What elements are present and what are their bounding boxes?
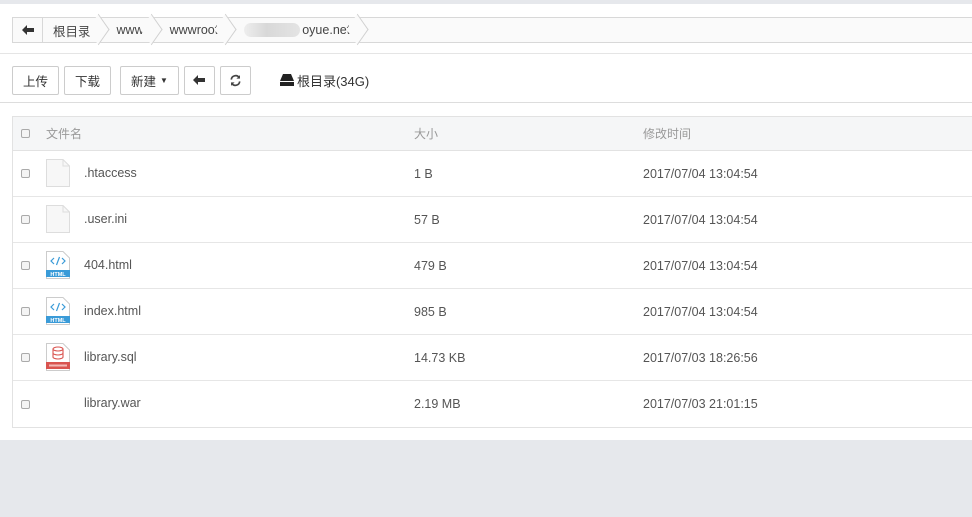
refresh-button[interactable] [219,65,251,95]
header-time: 修改时间 [643,127,692,141]
blank-file-icon [46,158,70,187]
breadcrumb: 根目录 www wwwroot oyue.net [12,17,972,43]
file-mtime: 2017/07/03 21:01:15 [643,397,758,411]
file-size: 479 B [414,258,447,273]
database-file-icon [46,342,70,371]
blank-file-icon [46,204,70,233]
breadcrumb-item-wwwroot[interactable]: wwwroot [153,18,229,42]
breadcrumb-item-root[interactable]: 根目录 [43,18,101,42]
header-size-col[interactable]: 大小 [414,125,643,142]
header-name: 文件名 [46,127,83,141]
empty-icon-slot [46,389,70,417]
breadcrumb-label: wwwroot [169,23,219,37]
file-name-cell: .htaccess [13,158,414,187]
upload-button[interactable]: 上传 [12,65,60,95]
breadcrumb-label: www [116,23,144,37]
file-size: 985 B [414,304,447,319]
svg-text:HTML: HTML [50,271,66,277]
refresh-icon [230,74,241,86]
header-size: 大小 [414,127,439,141]
row-checkbox[interactable] [21,399,30,409]
table-row[interactable]: HTML 404.html 479 B 2017/07/04 13:04:54 [13,243,972,289]
html-file-icon: HTML [46,296,70,325]
table-row[interactable]: .user.ini 57 B 2017/07/04 13:04:54 [13,197,972,243]
divider [0,53,972,54]
back-button[interactable] [183,65,215,95]
row-checkbox[interactable] [21,169,30,178]
file-manager-panel: 根目录 www wwwroot oyue.net 上传 下载 新建 ▼ 根目录(3… [0,4,972,440]
new-label: 新建 [131,74,157,89]
redacted-text [244,23,301,37]
breadcrumb-item-site[interactable]: oyue.net [228,18,361,42]
row-checkbox[interactable] [21,307,30,316]
row-checkbox[interactable] [21,215,30,224]
toolbar: 上传 下载 新建 ▼ 根目录(34G) [12,65,369,95]
breadcrumb-label: 根目录 [53,24,91,39]
file-name[interactable]: library.sql [84,350,137,364]
arrow-left-icon [21,25,34,35]
file-name-cell: library.war [13,391,414,417]
row-checkbox[interactable] [21,353,30,362]
file-mtime: 2017/07/04 13:04:54 [643,304,758,319]
arrow-left-icon [193,75,206,85]
file-name-cell: HTML index.html [13,296,414,325]
download-button[interactable]: 下载 [64,65,112,95]
file-size: 57 B [414,212,440,227]
select-all-checkbox[interactable] [21,129,30,138]
file-name[interactable]: library.war [84,396,141,410]
file-size: 14.73 KB [414,350,466,365]
file-name[interactable]: index.html [84,304,141,318]
file-mtime: 2017/07/04 13:04:54 [643,212,758,227]
header-name-col: 文件名 [13,125,414,142]
header-time-col[interactable]: 修改时间 [643,125,972,142]
file-name-cell: .user.ini [13,204,414,233]
table-row[interactable]: HTML index.html 985 B 2017/07/04 13:04:5… [13,289,972,335]
svg-text:HTML: HTML [50,317,66,323]
file-name[interactable]: 404.html [84,258,132,272]
table-row[interactable]: library.war 2.19 MB 2017/07/03 21:01:15 [13,381,972,427]
file-name-cell: library.sql [13,342,414,371]
file-size: 2.19 MB [414,397,461,411]
table-row[interactable]: .htaccess 1 B 2017/07/04 13:04:54 [13,151,972,197]
new-dropdown-button[interactable]: 新建 ▼ [120,65,179,95]
breadcrumb-label: oyue.net [302,23,351,37]
download-label: 下载 [75,74,101,89]
file-name-cell: HTML 404.html [13,250,414,279]
disk-label: 根目录(34G) [296,73,370,89]
disk-info: 根目录(34G) [279,71,370,90]
row-checkbox[interactable] [21,261,30,270]
divider [0,102,972,103]
hard-drive-icon [279,74,294,86]
table-header: 文件名 大小 修改时间 [13,117,972,151]
file-mtime: 2017/07/04 13:04:54 [643,258,758,273]
breadcrumb-back-button[interactable] [13,18,43,42]
file-mtime: 2017/07/04 13:04:54 [643,166,758,181]
file-mtime: 2017/07/03 18:26:56 [643,350,758,365]
table-row[interactable]: library.sql 14.73 KB 2017/07/03 18:26:56 [13,335,972,381]
file-name[interactable]: .user.ini [84,212,127,226]
caret-down-icon: ▼ [160,75,168,85]
file-name[interactable]: .htaccess [84,166,137,180]
upload-label: 上传 [23,74,49,89]
html-file-icon: HTML [46,250,70,279]
file-size: 1 B [414,166,433,181]
file-table: 文件名 大小 修改时间 .htaccess 1 B 2017/07/04 13:… [12,116,972,428]
